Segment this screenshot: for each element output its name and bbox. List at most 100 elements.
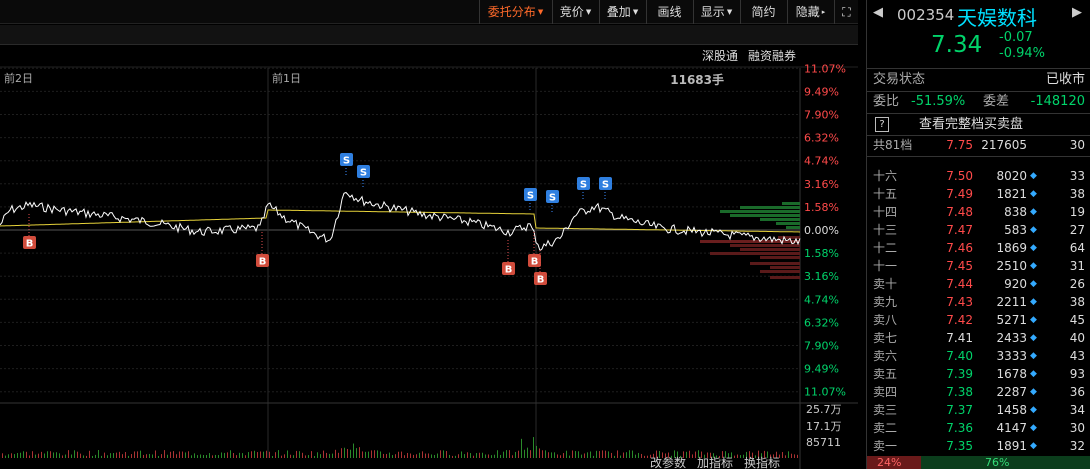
volume-bar <box>467 452 468 458</box>
volume-bar <box>281 455 282 458</box>
indicator-link[interactable]: 加指标 <box>697 455 733 469</box>
volume-bar <box>569 455 570 458</box>
pct-tick-label: 9.49% <box>804 85 839 98</box>
volume-bar <box>293 455 294 458</box>
buy-signal-label: B <box>259 257 267 268</box>
ask-row[interactable]: 卖十 7.44 920 ◆ 26 <box>867 275 1090 293</box>
ask-price: 7.36 <box>946 421 973 435</box>
ask-row[interactable]: 十五 7.49 1821 ◆ 38 <box>867 185 1090 203</box>
volume-bar <box>692 454 693 458</box>
volume-bar <box>113 453 114 458</box>
buy-signal-label: B <box>26 239 34 250</box>
volume-bar <box>434 454 435 458</box>
volume-bar <box>380 451 381 458</box>
full-order-book-button[interactable]: ? 查看完整档买卖盘 <box>867 114 1090 136</box>
order-distribution-bar <box>750 262 800 265</box>
book-volume: 217605 <box>981 138 1027 152</box>
volume-bar <box>62 455 63 458</box>
volume-bar <box>35 454 36 458</box>
volume-bar <box>86 455 87 458</box>
diamond-icon: ◆ <box>1030 405 1037 415</box>
volume-bar <box>8 454 9 458</box>
pct-tick-label: 6.32% <box>804 316 839 329</box>
volume-bar <box>65 454 66 458</box>
ask-row[interactable]: 卖七 7.41 2433 ◆ 40 <box>867 329 1090 347</box>
ask-price: 7.48 <box>946 205 973 219</box>
ask-row[interactable]: 卖九 7.43 2211 ◆ 38 <box>867 293 1090 311</box>
volume-bar <box>314 455 315 458</box>
order-ratio-row: 委比 -51.59% 委差 -148120 <box>867 91 1090 113</box>
previous-stock-icon[interactable]: ◀ <box>873 5 883 20</box>
volume-bar <box>566 450 567 458</box>
ask-row[interactable]: 卖四 7.38 2287 ◆ 36 <box>867 383 1090 401</box>
volume-bar <box>260 451 261 458</box>
ask-row[interactable]: 十四 7.48 838 ◆ 19 <box>867 203 1090 221</box>
ask-level-label: 十一 <box>873 259 898 273</box>
volume-bar <box>539 448 540 458</box>
diamond-icon: ◆ <box>1030 207 1037 217</box>
volume-bar <box>146 454 147 458</box>
ask-price: 7.46 <box>946 241 973 255</box>
volume-bar <box>596 450 597 458</box>
ask-volume: 2433 <box>996 331 1027 345</box>
buy-signal-label: B <box>505 265 513 276</box>
volume-bar <box>398 451 399 458</box>
volume-bar <box>686 451 687 458</box>
diamond-icon: ◆ <box>1030 369 1037 379</box>
volume-bar <box>578 451 579 458</box>
ask-row[interactable]: 十一 7.45 2510 ◆ 31 <box>867 257 1090 275</box>
indicator-link[interactable]: 换指标 <box>744 455 780 469</box>
order-ratio-label: 委比 <box>873 94 900 109</box>
pct-tick-label: 1.58% <box>804 201 839 214</box>
volume-bar <box>554 452 555 458</box>
pct-tick-label: 6.32% <box>804 132 839 145</box>
ask-row[interactable]: 十六 7.50 8020 ◆ 33 <box>867 167 1090 185</box>
volume-bar <box>215 454 216 458</box>
diamond-icon: ◆ <box>1030 279 1037 289</box>
diamond-icon: ◆ <box>1030 243 1037 253</box>
volume-bar <box>149 453 150 458</box>
volume-bar <box>335 449 336 458</box>
volume-bar <box>272 455 273 458</box>
next-stock-icon[interactable]: ▶ <box>1072 5 1082 20</box>
volume-bar <box>14 454 15 458</box>
ask-price: 7.45 <box>946 259 973 273</box>
ask-level-label: 卖四 <box>873 385 898 399</box>
volume-bar <box>161 454 162 458</box>
ask-level-label: 十六 <box>873 169 898 183</box>
volume-bar <box>41 451 42 458</box>
book-level-count: 共81档 <box>873 138 913 152</box>
ask-row[interactable]: 卖二 7.36 4147 ◆ 30 <box>867 419 1090 437</box>
ask-price: 7.49 <box>946 187 973 201</box>
volume-bar <box>20 452 21 458</box>
help-icon: ? <box>875 117 889 132</box>
volume-bar <box>23 451 24 458</box>
sell-ratio: 24% <box>867 456 921 469</box>
ask-orders: 40 <box>1069 331 1085 345</box>
volume-bar <box>365 451 366 458</box>
ask-row[interactable]: 十三 7.47 583 ◆ 27 <box>867 221 1090 239</box>
volume-bar <box>257 452 258 458</box>
ask-row[interactable]: 十二 7.46 1869 ◆ 64 <box>867 239 1090 257</box>
indicator-link[interactable]: 改参数 <box>650 455 686 469</box>
volume-bar <box>428 453 429 458</box>
volume-bar <box>338 452 339 458</box>
ask-volume: 8020 <box>996 169 1027 183</box>
volume-bar <box>188 451 189 458</box>
volume-bar <box>464 454 465 458</box>
volume-bar <box>26 451 27 458</box>
ask-row[interactable]: 卖一 7.35 1891 ◆ 32 <box>867 437 1090 455</box>
volume-bar <box>536 445 537 458</box>
price-line <box>0 191 801 252</box>
volume-bar <box>485 454 486 458</box>
volume-bar <box>170 451 171 458</box>
volume-bar <box>311 451 312 458</box>
ask-level-label: 十三 <box>873 223 898 237</box>
ask-row[interactable]: 卖三 7.37 1458 ◆ 34 <box>867 401 1090 419</box>
ask-row[interactable]: 卖五 7.39 1678 ◆ 93 <box>867 365 1090 383</box>
ask-level-label: 十二 <box>873 241 898 255</box>
ask-row[interactable]: 卖六 7.40 3333 ◆ 43 <box>867 347 1090 365</box>
ask-row[interactable]: 卖八 7.42 5271 ◆ 45 <box>867 311 1090 329</box>
volume-bar <box>587 452 588 458</box>
order-distribution-bar <box>700 240 800 243</box>
